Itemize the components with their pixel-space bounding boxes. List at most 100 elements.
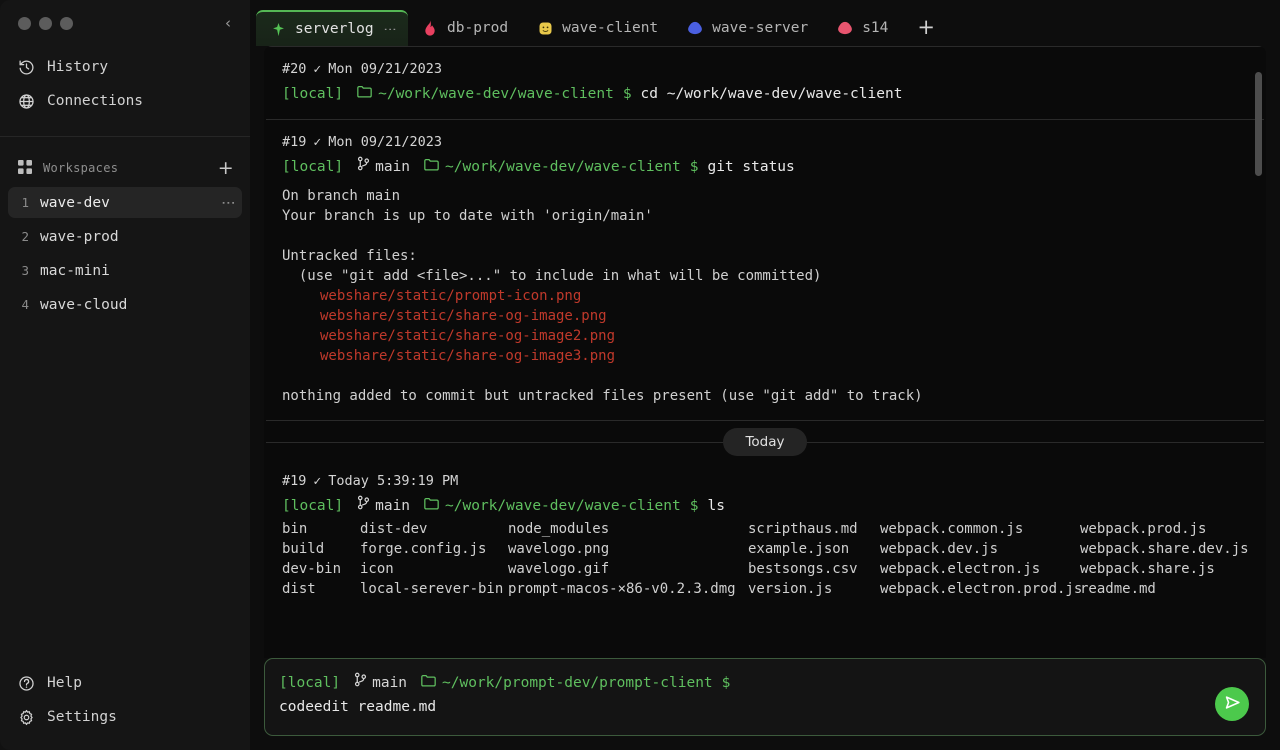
tab-serverlog[interactable]: serverlog ⋮ bbox=[256, 10, 408, 46]
close-button[interactable] bbox=[18, 17, 31, 30]
ls-file-entry: webpack.share.js bbox=[1080, 559, 1250, 579]
output-line: Untracked files: bbox=[266, 246, 1264, 266]
command-line: [local]main~/work/wave-dev/wave-client$g… bbox=[266, 156, 1264, 178]
scrollbar-thumb[interactable] bbox=[1255, 72, 1262, 176]
tab-label: wave-client bbox=[562, 20, 658, 36]
block-status-check-icon: ✓ bbox=[313, 135, 321, 150]
output-line: On branch main bbox=[266, 186, 1264, 206]
collapse-sidebar-button[interactable]: ‹ bbox=[220, 13, 236, 34]
sidebar-item-history[interactable]: History bbox=[0, 50, 250, 84]
terminal-block[interactable]: #19✓Mon 09/21/2023[local]main~/work/wave… bbox=[264, 120, 1266, 420]
prompt-path: ~/work/wave-dev/wave-client bbox=[424, 156, 681, 178]
minimize-button[interactable] bbox=[39, 17, 52, 30]
git-branch-icon bbox=[354, 672, 367, 693]
tab-wave-client[interactable]: wave-client bbox=[523, 10, 673, 46]
path-label: ~/work/wave-dev/wave-client bbox=[378, 83, 614, 105]
workspace-number: 1 bbox=[20, 195, 29, 210]
ls-file-entry: local-serever-bin bbox=[360, 579, 508, 599]
ls-file-entry: forge.config.js bbox=[360, 539, 508, 559]
day-separator: Today bbox=[264, 427, 1266, 457]
prompt-dollar: $ bbox=[690, 156, 699, 178]
block-number: #19 bbox=[282, 134, 306, 150]
path-label: ~/work/wave-dev/wave-client bbox=[445, 156, 681, 178]
tab-label: serverlog bbox=[295, 21, 374, 37]
maximize-button[interactable] bbox=[60, 17, 73, 30]
sidebar-item-settings[interactable]: Settings bbox=[0, 700, 250, 734]
sidebar-item-label: Help bbox=[47, 675, 82, 691]
send-button[interactable] bbox=[1215, 687, 1249, 721]
blob-icon bbox=[687, 20, 703, 36]
ls-file-entry: scripthaus.md bbox=[748, 519, 880, 539]
add-workspace-button[interactable]: + bbox=[218, 159, 234, 178]
sparkle-icon bbox=[270, 21, 286, 37]
block-timestamp: Mon 09/21/2023 bbox=[328, 134, 442, 150]
ls-file-entry: webpack.dev.js bbox=[880, 539, 1080, 559]
output-line: Your branch is up to date with 'origin/m… bbox=[266, 206, 1264, 226]
command-input-field[interactable]: codeedit readme.md bbox=[279, 697, 1249, 717]
send-icon bbox=[1223, 693, 1242, 715]
output-line-untracked-file: webshare/static/share-og-image3.png bbox=[266, 346, 1264, 366]
terminal-scroll-area[interactable]: #20✓Mon 09/21/2023[local]~/work/wave-dev… bbox=[264, 46, 1266, 658]
globe-icon bbox=[18, 93, 35, 110]
tab-s14[interactable]: s14 bbox=[823, 10, 903, 46]
command-line: [local]~/work/wave-dev/wave-client$cd ~/… bbox=[266, 83, 1264, 105]
workspace-menu-button[interactable]: ⋮ bbox=[223, 196, 232, 210]
sidebar-item-workspace-wave-cloud[interactable]: 4wave-cloud bbox=[8, 289, 242, 320]
block-header: #20✓Mon 09/21/2023 bbox=[266, 61, 1264, 77]
tab-bar: serverlog⋮db-prodwave-clientwave-servers… bbox=[250, 0, 1280, 46]
sidebar-item-workspace-wave-prod[interactable]: 2 wave-prod bbox=[8, 221, 242, 252]
sidebar-item-help[interactable]: Help bbox=[0, 666, 250, 700]
sidebar-item-connections[interactable]: Connections bbox=[0, 84, 250, 118]
branch-label: main bbox=[375, 495, 410, 517]
command-input-box[interactable]: [local] main bbox=[264, 658, 1266, 736]
sidebar-item-workspace-wave-dev[interactable]: 1 wave-dev ⋮ bbox=[8, 187, 242, 218]
tab-label: db-prod bbox=[447, 20, 508, 36]
workspace-number: 4 bbox=[20, 297, 29, 312]
block-output: On branch mainYour branch is up to date … bbox=[266, 186, 1264, 406]
git-branch-icon bbox=[357, 495, 370, 517]
terminal-block[interactable]: #19✓Today 5:39:19 PM[local]main~/work/wa… bbox=[264, 459, 1266, 613]
ls-file-entry: wavelogo.png bbox=[508, 539, 748, 559]
ls-file-entry: webpack.electron.js bbox=[880, 559, 1080, 579]
ls-file-entry: webpack.prod.js bbox=[1080, 519, 1250, 539]
add-tab-button[interactable]: + bbox=[903, 17, 949, 46]
input-prompt-path: ~/work/prompt-dev/prompt-client bbox=[421, 673, 713, 693]
blob-icon bbox=[837, 20, 853, 36]
folder-icon bbox=[421, 673, 436, 693]
sidebar: ‹ History bbox=[0, 0, 250, 750]
main-area: serverlog⋮db-prodwave-clientwave-servers… bbox=[250, 0, 1280, 750]
tab-menu-button[interactable]: ⋮ bbox=[385, 23, 393, 36]
day-separator-label: Today bbox=[723, 428, 806, 456]
grid-icon bbox=[18, 160, 32, 177]
workspace-number: 2 bbox=[20, 229, 29, 244]
traffic-lights bbox=[18, 17, 73, 30]
output-line: nothing added to commit but untracked fi… bbox=[266, 386, 1264, 406]
block-number: #19 bbox=[282, 473, 306, 489]
input-branch-label: main bbox=[372, 673, 407, 693]
workspace-number: 3 bbox=[20, 263, 29, 278]
ls-file-entry: dev-bin bbox=[282, 559, 360, 579]
output-line-untracked-file: webshare/static/prompt-icon.png bbox=[266, 286, 1264, 306]
block-timestamp: Mon 09/21/2023 bbox=[328, 61, 442, 77]
tab-wave-server[interactable]: wave-server bbox=[673, 10, 823, 46]
ls-file-entry: dist bbox=[282, 579, 360, 599]
ls-file-entry: readme.md bbox=[1080, 579, 1250, 599]
tab-db-prod[interactable]: db-prod bbox=[408, 10, 523, 46]
ls-file-entry: webpack.share.dev.js bbox=[1080, 539, 1250, 559]
prompt-local: [local] bbox=[282, 495, 343, 517]
workspace-label: wave-dev bbox=[40, 195, 110, 211]
output-line bbox=[266, 226, 1264, 246]
prompt-dollar: $ bbox=[690, 495, 699, 517]
prompt-branch: main bbox=[357, 495, 410, 517]
input-prompt-local: [local] bbox=[279, 673, 340, 693]
terminal-block[interactable]: #20✓Mon 09/21/2023 [local]~/work/wave-dev… bbox=[264, 47, 1266, 119]
history-icon bbox=[18, 59, 35, 76]
prompt-command: cd ~/work/wave-dev/wave-client bbox=[641, 83, 903, 105]
ls-file-entry: dist-dev bbox=[360, 519, 508, 539]
output-line: (use "git add <file>..." to include in w… bbox=[266, 266, 1264, 286]
prompt-command: ls bbox=[707, 495, 724, 517]
flame-icon bbox=[422, 20, 438, 36]
workspace-label: wave-prod bbox=[40, 229, 119, 245]
block-header: #19✓Today 5:39:19 PM bbox=[266, 473, 1264, 489]
sidebar-item-workspace-mac-mini[interactable]: 3mac-mini bbox=[8, 255, 242, 286]
